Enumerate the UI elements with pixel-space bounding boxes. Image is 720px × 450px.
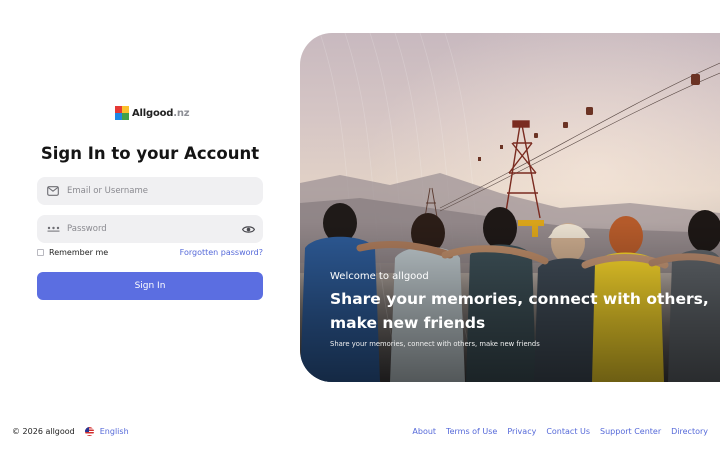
eye-icon[interactable] [241,222,255,236]
forgot-password-link[interactable]: Forgotten password? [180,248,263,257]
footer-link-about[interactable]: About [412,427,436,436]
email-field[interactable] [37,177,263,205]
mail-icon [46,184,60,198]
hero-image: Welcome to allgood Share your memories, … [300,33,720,382]
footer-link-support[interactable]: Support Center [600,427,661,436]
logo-mark-icon [115,106,129,120]
hero-text: Welcome to allgood Share your memories, … [330,271,710,348]
footer-link-privacy[interactable]: Privacy [507,427,536,436]
footer-link-contact[interactable]: Contact Us [546,427,590,436]
language-label: English [99,427,129,436]
brand-logo[interactable]: Allgood.nz [115,106,190,120]
password-dots-icon [46,222,60,236]
hero-subtext: Share your memories, connect with others… [330,340,540,348]
logo-text: Allgood.nz [132,107,190,119]
sign-in-button[interactable]: Sign In [37,272,263,300]
remember-me[interactable]: Remember me [37,248,108,257]
page-title: Sign In to your Account [40,144,260,163]
remember-label: Remember me [49,248,109,257]
password-input[interactable] [67,224,227,234]
footer-link-terms[interactable]: Terms of Use [446,427,497,436]
language-selector[interactable]: English [84,427,129,436]
footer-links: About Terms of Use Privacy Contact Us Su… [412,427,708,436]
remember-checkbox[interactable] [37,249,44,256]
hero-headline: Share your memories, connect with others… [330,290,709,332]
footer-link-directory[interactable]: Directory [671,427,708,436]
us-flag-icon [84,427,94,436]
copyright: © 2026 allgood [12,427,75,436]
password-field[interactable] [37,215,263,243]
email-input[interactable] [67,186,227,196]
footer-left: © 2026 allgood English [12,427,129,436]
hero-welcome: Welcome to allgood [330,271,429,282]
